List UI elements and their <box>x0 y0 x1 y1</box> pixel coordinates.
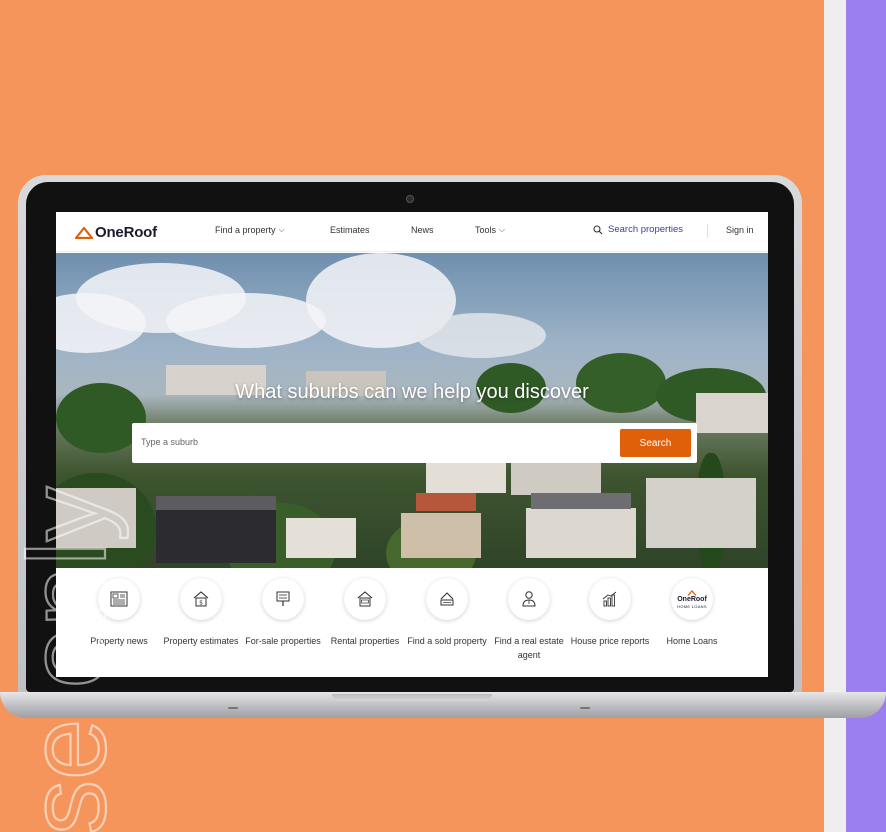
quick-link-label: Property estimates <box>163 636 239 646</box>
hero-house <box>56 488 136 548</box>
nav-find-a-property[interactable]: Find a property ⌵ <box>215 225 285 235</box>
quick-link-label: Home Loans <box>666 636 718 646</box>
hero-house <box>526 508 636 558</box>
hero-house <box>426 458 506 493</box>
hero-house <box>286 518 356 558</box>
top-nav: OneRoof Find a property ⌵ Estimates News… <box>56 212 768 252</box>
logo-text: OneRoof <box>95 223 157 241</box>
hero-house <box>511 463 601 495</box>
sign-in-link[interactable]: Sign in <box>726 225 754 235</box>
search-button[interactable]: Search <box>620 429 691 457</box>
quick-link-find-a-real-estate-agent[interactable]: Find a real estate agent <box>488 578 570 662</box>
hero-house-roof <box>531 493 631 509</box>
svg-text:$: $ <box>199 600 203 607</box>
suburb-search-input[interactable]: Type a suburb <box>141 437 198 447</box>
laptop-foot <box>228 707 238 709</box>
quick-link-label: Find a sold property <box>407 636 487 646</box>
roof-logo-icon <box>75 226 93 239</box>
quick-link-label: Rental properties <box>330 636 400 646</box>
quick-link-label: Find a real estate agent <box>494 636 564 660</box>
for-sale-sign-icon <box>276 591 290 606</box>
quick-link-label: For-sale properties <box>245 636 321 646</box>
quick-link-home-loans[interactable]: OneRoof HOME LOANS Home Loans <box>651 578 733 648</box>
nav-divider <box>707 224 708 238</box>
chart-icon <box>602 591 617 607</box>
quick-links: Property news $ Property estimates For-s… <box>56 568 768 677</box>
quick-link-property-news[interactable]: Property news <box>78 578 160 648</box>
quick-link-label: Property news <box>90 636 148 646</box>
nav-tools[interactable]: Tools ⌵ <box>475 225 505 235</box>
quick-link-rental-properties[interactable]: Rental properties <box>324 578 406 648</box>
nav-tools-label: Tools <box>475 225 497 235</box>
quick-link-label: House price reports <box>570 636 650 646</box>
home-loans-logo-sub: HOME LOANS <box>677 603 707 609</box>
chevron-down-icon: ⌵ <box>499 225 506 234</box>
hero-house-roof <box>416 493 476 511</box>
quick-link-circle <box>426 578 468 620</box>
hero-house <box>646 478 756 548</box>
search-icon <box>593 224 603 234</box>
nav-estimates-label: Estimates <box>330 225 370 235</box>
quick-link-for-sale-properties[interactable]: For-sale properties <box>242 578 324 648</box>
quick-link-circle <box>262 578 304 620</box>
quick-link-house-price-reports[interactable]: House price reports <box>569 578 651 648</box>
browser-screen: OneRoof Find a property ⌵ Estimates News… <box>56 212 768 677</box>
quick-link-circle <box>589 578 631 620</box>
hero-title: What suburbs can we help you discover <box>235 381 589 403</box>
agent-icon <box>522 591 536 607</box>
nav-find-a-property-label: Find a property <box>215 225 276 235</box>
hero-cloud <box>166 293 326 348</box>
quick-link-find-a-sold-property[interactable]: Find a sold property <box>406 578 488 648</box>
nav-estimates[interactable]: Estimates <box>330 225 370 235</box>
oneroof-logo[interactable]: OneRoof <box>75 222 157 242</box>
laptop-notch <box>332 694 492 701</box>
hero-house-roof <box>156 496 276 510</box>
nav-search-label: Search properties <box>608 224 683 235</box>
quick-link-circle <box>98 578 140 620</box>
newspaper-icon <box>110 591 128 607</box>
quick-link-circle <box>344 578 386 620</box>
quick-link-circle: $ <box>180 578 222 620</box>
nav-news[interactable]: News <box>411 225 434 235</box>
hero-house <box>156 508 276 563</box>
chevron-down-icon: ⌵ <box>278 225 285 234</box>
quick-link-circle: OneRoof HOME LOANS <box>671 578 713 620</box>
sold-sign-icon <box>440 592 454 606</box>
nav-news-label: News <box>411 225 434 235</box>
quick-link-property-estimates[interactable]: $ Property estimates <box>160 578 242 648</box>
rent-house-icon <box>357 591 373 607</box>
hero-banner: What suburbs can we help you discover Ty… <box>56 253 768 568</box>
hero-house <box>401 513 481 558</box>
suburb-search-box[interactable]: Type a suburb Search <box>132 423 697 463</box>
house-dollar-icon: $ <box>193 591 209 607</box>
laptop-foot <box>580 707 590 709</box>
nav-search-properties[interactable]: Search properties <box>593 224 683 235</box>
quick-link-circle <box>508 578 550 620</box>
home-loans-logo-text: OneRoof <box>677 595 707 603</box>
hero-cloud <box>416 313 546 358</box>
webcam-icon <box>406 195 414 203</box>
